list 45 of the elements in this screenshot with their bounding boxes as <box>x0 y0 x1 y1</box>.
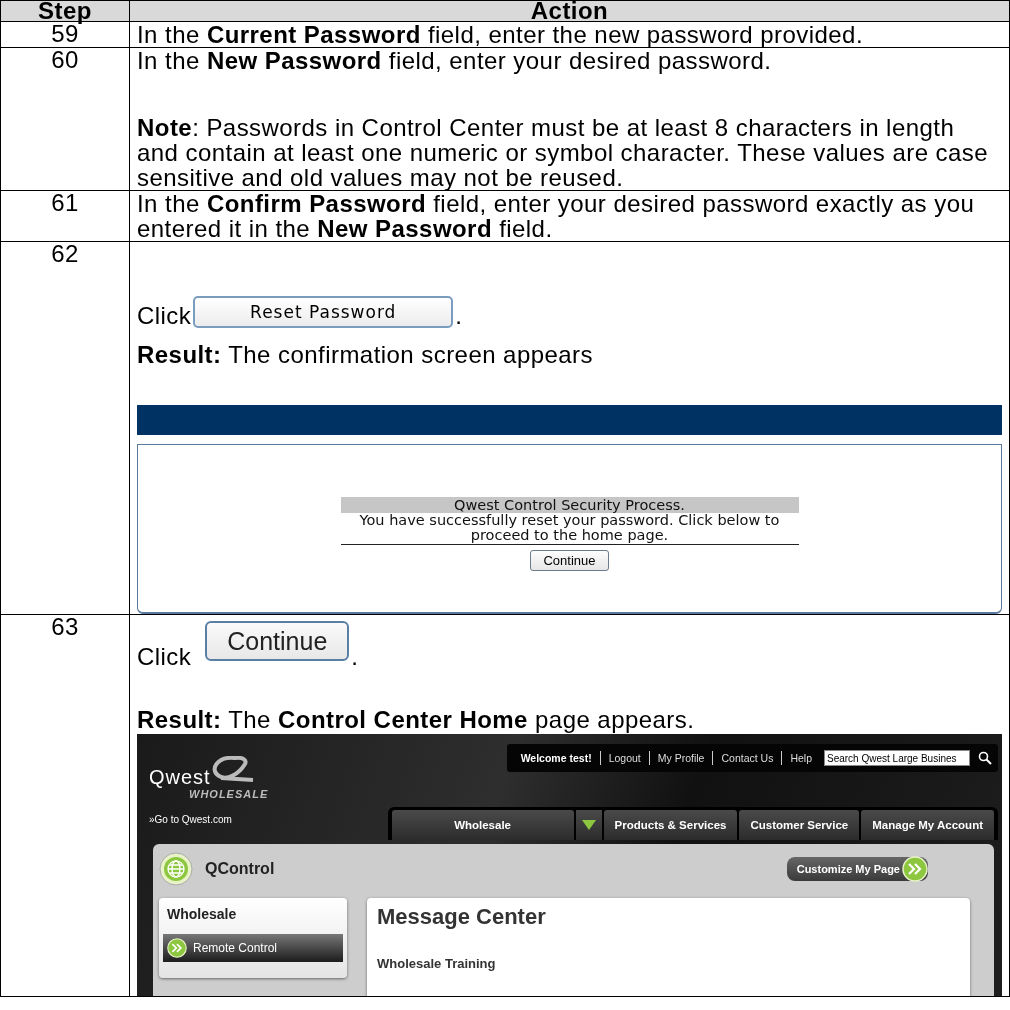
main-title: Message Center <box>377 904 547 930</box>
top-link[interactable]: Contact Us <box>721 752 774 764</box>
customize-button[interactable]: Customize My Page <box>786 857 928 881</box>
instruction-text: Note: Passwords in Control Center must be at least 8 characters in length and contain at least one numeric or symbol character. These values are case sensitive and old values may not be reused. <box>137 115 990 190</box>
instruction-text: In the Confirm Password field, enter your desired password exactly as you entered it in the New Password field. <box>137 191 976 241</box>
instruction-text: Click <box>137 644 192 669</box>
welcome-text: Welcome test! <box>520 752 592 764</box>
instruction-text: Result: The confirmation screen appears <box>137 342 594 367</box>
button-image: Continue <box>205 621 350 661</box>
dropdown-button[interactable] <box>575 810 602 840</box>
nav-tab[interactable]: Manage My Account <box>861 810 994 840</box>
button-image: Reset Password <box>193 296 454 328</box>
chevron-icon <box>902 856 928 882</box>
step-number: 63 <box>51 613 79 640</box>
top-link[interactable]: My Profile <box>657 752 705 764</box>
chevron-icon <box>167 938 187 958</box>
logo-subtitle: WHOLESALE <box>189 788 270 800</box>
search-icon[interactable] <box>978 751 992 765</box>
nav-tab[interactable]: Customer Service <box>739 810 860 840</box>
instruction-text: Click <box>137 303 192 328</box>
sidebar-title: Wholesale <box>166 905 238 924</box>
app-title: QControl <box>205 860 275 878</box>
step-number: 62 <box>51 240 79 267</box>
top-link[interactable]: Help <box>790 752 812 764</box>
dialog-heading: Qwest Control Security Process. <box>340 496 799 513</box>
dialog-message: You have successfully reset your password. Click below to proceed to the home page. <box>340 512 799 545</box>
instruction-text: Result: The Control Center Home page appears. <box>137 707 696 732</box>
instruction-text: In the Current Password field, enter the new password provided. <box>137 22 865 47</box>
logo-text: Qwest <box>149 766 211 788</box>
period-text: . <box>455 303 463 328</box>
go-to-site-link[interactable]: »Go to Qwest.com <box>149 814 325 825</box>
instruction-text: In the New Password field, enter your desired password. <box>137 48 773 73</box>
nav-tab[interactable]: Products & Services <box>603 810 738 840</box>
nav-tab[interactable]: Wholesale <box>391 810 574 840</box>
period-text: . <box>351 644 359 669</box>
caret-icon <box>581 820 596 830</box>
section-heading: Wholesale Training <box>377 956 497 971</box>
search-field[interactable]: Search Qwest Large Busines <box>824 750 970 766</box>
step-number: 61 <box>51 189 79 216</box>
top-link[interactable]: Logout <box>608 752 641 764</box>
globe-icon <box>159 852 193 886</box>
sidebar-item[interactable]: Remote Control <box>163 934 343 962</box>
step-number: 60 <box>51 46 79 73</box>
continue-button[interactable]: Continue <box>530 549 609 571</box>
column-header: Action <box>129 0 1010 22</box>
